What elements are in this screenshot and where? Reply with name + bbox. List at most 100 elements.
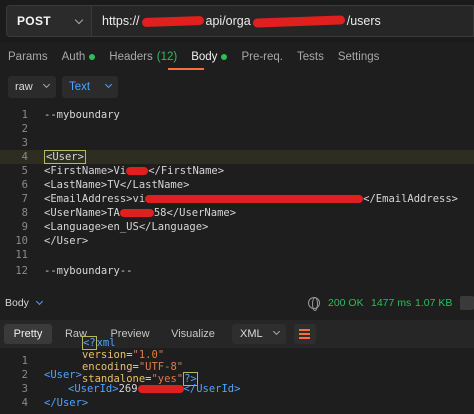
editor-line-active: 4 <User>	[0, 150, 474, 164]
tab-label: Settings	[337, 51, 380, 63]
line-text: <UserName>TA	[44, 207, 120, 219]
url-suffix: /users	[346, 14, 381, 28]
chevron-down-icon	[42, 80, 51, 89]
tab-headers[interactable]: Headers (12)	[109, 51, 177, 63]
redaction-mark	[119, 209, 154, 217]
method-select[interactable]: POST	[6, 5, 92, 37]
line-text: <FirstName>Vi	[44, 165, 127, 177]
line-number: 5	[21, 165, 28, 177]
line-text: <User>	[44, 150, 86, 164]
url-input[interactable]: https:// api/orga /users	[92, 5, 474, 37]
response-line: 2 <User>	[0, 368, 474, 382]
headers-count: (12)	[156, 51, 178, 63]
request-url-bar: POST https:// api/orga /users	[0, 0, 474, 42]
line-number: 3	[21, 383, 28, 395]
line-text: </FirstName>	[148, 165, 225, 177]
line-text: <LastName>TV</LastName>	[44, 179, 190, 191]
body-toolbar: raw Text	[0, 72, 474, 102]
more-options-icon[interactable]	[460, 296, 474, 310]
chevron-down-icon	[272, 327, 281, 336]
tab-label: Body	[191, 51, 218, 63]
line-number: 1	[21, 109, 28, 121]
line-text: <EmailAddress>vi	[44, 193, 146, 205]
line-text: </EmailAddress>	[363, 193, 458, 205]
line-number: 12	[15, 265, 28, 277]
request-body-editor[interactable]: 1 --myboundary 2 3 4 <User> 5 <FirstName>Vi…	[0, 104, 474, 282]
tab-label: Pre-req.	[241, 51, 283, 63]
tab-auth[interactable]: Auth	[62, 51, 96, 63]
body-mode-select[interactable]: raw	[8, 76, 56, 98]
redaction-mark	[252, 14, 345, 28]
line-text: --myboundary--	[44, 265, 133, 277]
line-number: 3	[21, 137, 28, 149]
line-number: 1	[21, 355, 28, 367]
status-code[interactable]: 200 OK	[328, 297, 364, 309]
tab-label: Pretty	[13, 328, 43, 340]
redaction-mark	[141, 15, 204, 27]
line-number: 11	[15, 249, 28, 261]
line-text: <Language>en_US</Language>	[44, 221, 209, 233]
editor-line: 3	[0, 136, 474, 150]
xml-decl-name: xml	[96, 337, 116, 349]
editor-line: 9 <Language>en_US</Language>	[0, 220, 474, 234]
tab-settings[interactable]: Settings	[338, 51, 380, 63]
redaction-mark	[126, 167, 149, 175]
tab-body[interactable]: Body	[191, 51, 228, 63]
chevron-down-icon	[74, 15, 84, 25]
method-label: POST	[17, 14, 51, 28]
line-number: 10	[15, 235, 28, 247]
response-line: 1 <?xml version="1.0" encoding="UTF-8" s…	[0, 336, 474, 386]
active-tab-indicator	[168, 68, 204, 70]
request-tabs: Params Auth Headers (12) Body Pre-req. Te…	[0, 44, 474, 70]
editor-line: 10 </User>	[0, 234, 474, 248]
xml-tag: </User>	[44, 397, 89, 409]
url-mid: api/orga	[205, 14, 251, 28]
response-format-select[interactable]: XML	[232, 324, 286, 344]
tab-tests[interactable]: Tests	[297, 51, 324, 63]
tab-params[interactable]: Params	[8, 51, 48, 63]
editor-line: 5 <FirstName>Vi </FirstName>	[0, 164, 474, 178]
active-dot-icon	[89, 54, 96, 60]
response-line: 3 <UserId>269 </UserId>	[0, 382, 474, 396]
xml-value: "1.0"	[132, 349, 165, 361]
tab-label: Tests	[296, 51, 324, 63]
redaction-mark	[137, 385, 184, 393]
chevron-down-icon	[104, 80, 113, 89]
body-mode-label: raw	[15, 81, 33, 93]
line-number: 7	[21, 193, 28, 205]
line-number: 2	[21, 123, 28, 135]
editor-line: 1 --myboundary	[0, 108, 474, 122]
url-prefix: https://	[102, 14, 140, 28]
line-number: 9	[21, 221, 28, 233]
user-id-value: 269	[118, 383, 138, 395]
response-body-viewer[interactable]: 1 <?xml version="1.0" encoding="UTF-8" s…	[0, 336, 474, 414]
editor-line: 12 --myboundary--	[0, 264, 474, 278]
body-format-select[interactable]: Text	[62, 76, 118, 98]
line-number: 6	[21, 179, 28, 191]
tab-label: Params	[8, 51, 48, 63]
editor-line: 2	[0, 122, 474, 136]
tab-label: Headers	[109, 51, 153, 63]
tab-pre-request[interactable]: Pre-req.	[241, 51, 283, 63]
response-section-dropdown[interactable]: Body	[5, 297, 43, 309]
redaction-mark	[145, 195, 364, 203]
chevron-down-icon	[35, 297, 43, 306]
globe-icon[interactable]	[308, 297, 320, 311]
wrap-lines-icon[interactable]	[294, 324, 316, 344]
editor-line: 11	[0, 248, 474, 262]
response-line: 4 </User>	[0, 396, 474, 410]
body-format-label: Text	[69, 81, 91, 93]
xml-tag: <User>	[44, 369, 82, 381]
line-number: 8	[21, 207, 28, 219]
line-text: 58</UserName>	[153, 207, 237, 219]
line-number: 4	[21, 151, 28, 163]
tab-label: Auth	[61, 51, 86, 63]
response-time[interactable]: 1477 ms	[371, 297, 411, 309]
response-size[interactable]: 1.07 KB	[415, 297, 452, 309]
editor-line: 6 <LastName>TV</LastName>	[0, 178, 474, 192]
line-number: 4	[21, 397, 28, 409]
response-format-label: XML	[240, 328, 263, 340]
xml-tag: </UserId>	[183, 383, 241, 395]
response-section-label: Body	[5, 297, 29, 309]
editor-line: 7 <EmailAddress>vi </EmailAddress>	[0, 192, 474, 206]
